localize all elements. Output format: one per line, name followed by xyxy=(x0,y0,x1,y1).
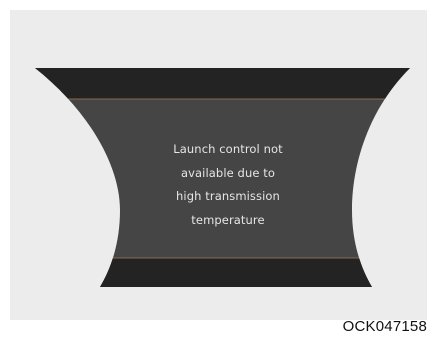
figure: Launch control not available due to high… xyxy=(0,0,436,344)
figure-panel: Launch control not available due to high… xyxy=(10,10,427,320)
message-line-2: available due to xyxy=(180,165,276,180)
display-top-band xyxy=(35,68,410,99)
message-line-4: temperature xyxy=(191,212,265,227)
message-line-1: Launch control not xyxy=(173,142,283,156)
display-bottom-band xyxy=(35,258,410,287)
figure-code: OCK047158 xyxy=(342,318,427,335)
message-line-3: high transmission xyxy=(176,189,280,203)
warning-message: Launch control not available due to high… xyxy=(128,138,328,232)
